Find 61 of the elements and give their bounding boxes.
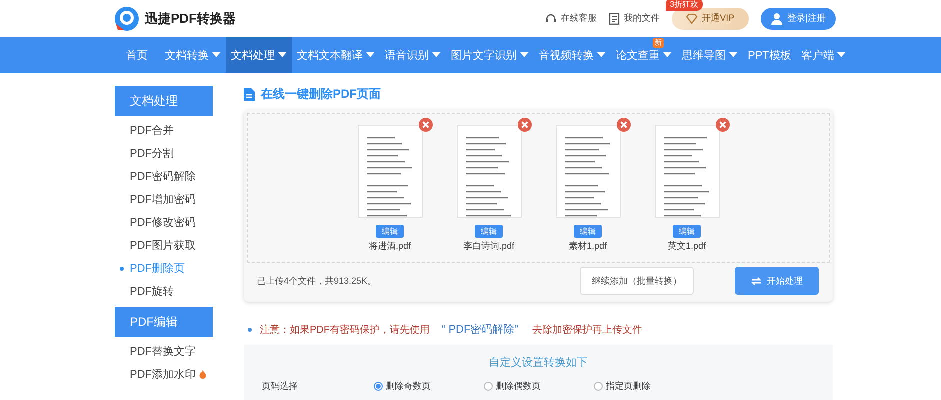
headset-icon bbox=[545, 12, 558, 24]
logo-icon bbox=[114, 6, 140, 32]
sidebar-item[interactable]: PDF合并 bbox=[115, 119, 213, 142]
notice-link[interactable]: “ PDF密码解除” bbox=[442, 322, 518, 337]
sidebar-item[interactable]: PDF增加密码 bbox=[115, 188, 213, 211]
close-icon[interactable] bbox=[716, 118, 730, 132]
nav-item[interactable]: 语音识别 bbox=[380, 37, 446, 73]
close-icon[interactable] bbox=[616, 118, 630, 132]
document-icon bbox=[609, 12, 620, 24]
nav-item[interactable]: 图片文字识别 bbox=[446, 37, 534, 73]
nav-item[interactable]: PPT模板 bbox=[743, 37, 796, 73]
nav-item[interactable]: 文档处理 bbox=[226, 37, 292, 73]
edit-button[interactable]: 编辑 bbox=[673, 225, 701, 238]
radio-option[interactable]: 指定页删除 bbox=[594, 380, 704, 393]
promo-badge: 3折狂欢 bbox=[666, 0, 703, 10]
sidebar-item[interactable]: PDF修改密码 bbox=[115, 211, 213, 234]
nav-item[interactable]: 客户端 bbox=[796, 37, 852, 73]
file-name: 英文1.pdf bbox=[668, 240, 706, 253]
vip-button[interactable]: 开通VIP bbox=[672, 8, 749, 30]
nav-item[interactable]: 音视频转换 bbox=[534, 37, 611, 73]
logo-text: 迅捷PDF转换器 bbox=[145, 10, 236, 28]
diamond-icon bbox=[686, 14, 698, 24]
header-link[interactable]: 在线客服 bbox=[545, 12, 598, 25]
nav-item[interactable]: 思维导图 bbox=[677, 37, 743, 73]
radio-option[interactable]: 删除奇数页 bbox=[374, 380, 484, 393]
bullet-icon bbox=[120, 267, 124, 271]
page-title: 在线一键删除PDF页面 bbox=[244, 86, 833, 102]
notice-text: 注意：如果PDF有密码保护，请先使用 bbox=[260, 324, 430, 336]
radio-option[interactable]: 删除偶数页 bbox=[484, 380, 594, 393]
file-name: 素材1.pdf bbox=[568, 240, 608, 253]
upload-status: 已上传4个文件，共913.25K。 bbox=[257, 274, 378, 288]
sidebar-item[interactable]: PDF替换文字 bbox=[115, 340, 213, 363]
close-icon[interactable] bbox=[518, 118, 532, 132]
file-name: 李白诗词.pdf bbox=[463, 240, 514, 253]
swap-icon bbox=[751, 276, 762, 286]
bullet-icon bbox=[248, 328, 252, 332]
sidebar-item[interactable]: PDF图片获取 bbox=[115, 234, 213, 257]
settings-title: 自定义设置转换如下 bbox=[488, 356, 589, 370]
field-label: 页码选择 bbox=[262, 380, 299, 393]
nav-item[interactable]: 首页 bbox=[115, 37, 160, 73]
start-button[interactable]: 开始处理 bbox=[735, 267, 819, 295]
close-icon[interactable] bbox=[418, 118, 432, 132]
sidebar-item[interactable]: PDF密码解除 bbox=[115, 165, 213, 188]
add-more-button[interactable]: 继续添加（批量转换） bbox=[580, 267, 694, 295]
sidebar-heading: 文档处理 bbox=[115, 86, 213, 116]
nav-item[interactable]: 文档文本翻译 bbox=[292, 37, 380, 73]
edit-button[interactable]: 编辑 bbox=[376, 225, 404, 238]
sidebar-item[interactable]: PDF旋转 bbox=[115, 280, 213, 303]
login-button[interactable]: 登录|注册 bbox=[760, 8, 836, 30]
edit-button[interactable]: 编辑 bbox=[475, 225, 503, 238]
user-icon bbox=[770, 12, 783, 24]
sidebar-item[interactable]: PDF分割 bbox=[115, 142, 213, 165]
sidebar-heading: PDF编辑 bbox=[115, 307, 213, 337]
notice-text: 去除加密保护再上传文件 bbox=[532, 324, 642, 336]
sidebar-item[interactable]: PDF删除页 bbox=[115, 257, 213, 280]
header-link[interactable]: 我的文件 bbox=[609, 12, 660, 25]
document-icon bbox=[244, 88, 255, 100]
file-name: 将进酒.pdf bbox=[368, 240, 411, 253]
edit-button[interactable]: 编辑 bbox=[574, 225, 602, 238]
sidebar-item[interactable]: PDF添加水印 bbox=[115, 363, 213, 386]
nav-item[interactable]: 文档转换 bbox=[160, 37, 226, 73]
